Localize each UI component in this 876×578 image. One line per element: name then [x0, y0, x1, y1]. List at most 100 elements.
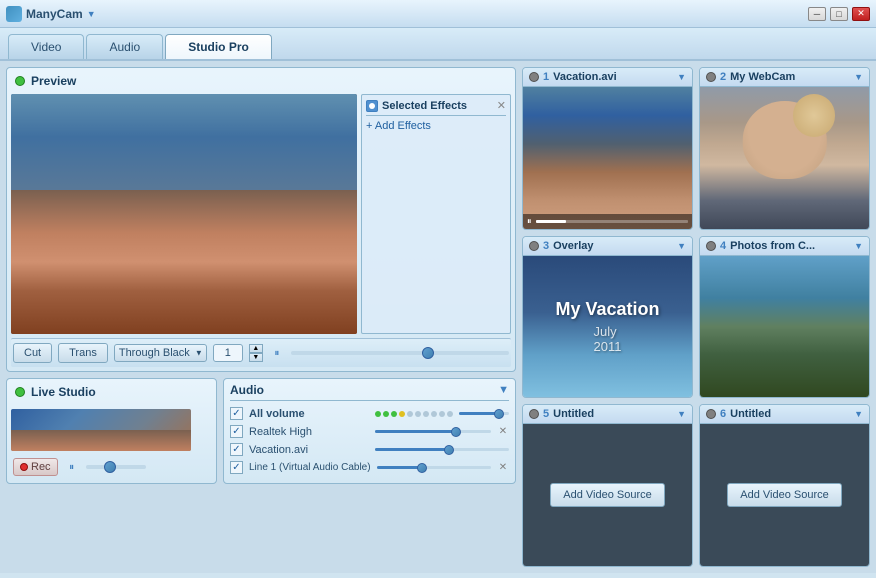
- line1-mute-button[interactable]: ✕: [497, 462, 509, 474]
- audio-label-vacation: Vacation.avi: [249, 444, 369, 456]
- rec-button[interactable]: Rec: [13, 458, 58, 476]
- trans-button[interactable]: Trans: [58, 343, 108, 363]
- app-title-area: ManyCam ▼: [6, 6, 96, 22]
- vol-dot-1: [375, 411, 381, 417]
- studio-pause-button[interactable]: ⏸: [64, 460, 80, 474]
- slot-3-title: Overlay: [553, 240, 593, 252]
- slot-4-dropdown[interactable]: ▼: [854, 241, 863, 251]
- audio-title: Audio: [230, 383, 264, 397]
- slot-1-progress-bg[interactable]: [536, 220, 688, 223]
- slot-1-header: 1 Vacation.avi ▼: [523, 68, 692, 87]
- checkbox-vacation-audio[interactable]: ✓: [230, 443, 243, 456]
- vol-dot-7: [423, 411, 429, 417]
- slot-1-video: [523, 87, 692, 229]
- checkbox-line1[interactable]: ✓: [230, 461, 243, 474]
- cut-button[interactable]: Cut: [13, 343, 52, 363]
- all-volume-slider-thumb[interactable]: [494, 409, 504, 419]
- add-effects-link[interactable]: + Add Effects: [366, 120, 506, 132]
- audio-expand-icon[interactable]: ▼: [498, 384, 509, 396]
- slot-3-content[interactable]: My Vacation July 2011: [523, 256, 692, 398]
- add-video-source-button-6[interactable]: Add Video Source: [727, 483, 841, 507]
- slot-6-header: 6 Untitled ▼: [700, 405, 869, 424]
- slot-6-dropdown[interactable]: ▼: [854, 409, 863, 419]
- live-studio-status-dot: [15, 387, 25, 397]
- title-dropdown-arrow[interactable]: ▼: [87, 9, 96, 19]
- effects-header: Selected Effects ✕: [366, 99, 506, 116]
- rec-dot-icon: [20, 463, 28, 471]
- audio-row-line1: ✓ Line 1 (Virtual Audio Cable) ✕: [230, 461, 509, 474]
- title-bar: ManyCam ▼ ─ □ ✕: [0, 0, 876, 28]
- realtek-mute-button[interactable]: ✕: [497, 426, 509, 438]
- preview-slider[interactable]: [291, 351, 509, 355]
- slot-1-left: 1 Vacation.avi: [529, 71, 617, 83]
- slot-6-number: 6: [720, 408, 726, 420]
- slot-2-content[interactable]: [700, 87, 869, 229]
- checkbox-realtek[interactable]: ✓: [230, 425, 243, 438]
- audio-section: Audio ▼ ✓ All volume: [223, 378, 516, 484]
- video-slot-6: 6 Untitled ▼ Add Video Source: [699, 404, 870, 567]
- video-slot-5: 5 Untitled ▼ Add Video Source: [522, 404, 693, 567]
- all-volume-slider-fill: [459, 412, 499, 415]
- slot-1-dropdown[interactable]: ▼: [677, 72, 686, 82]
- right-panel: 1 Vacation.avi ▼ ⏸ 2: [522, 67, 870, 567]
- slot-5-title: Untitled: [553, 408, 594, 420]
- vacation-audio-slider[interactable]: [375, 448, 509, 451]
- realtek-slider[interactable]: [375, 430, 491, 433]
- line1-slider-thumb[interactable]: [417, 463, 427, 473]
- window-controls: ─ □ ✕: [808, 7, 870, 21]
- vol-dot-3: [391, 411, 397, 417]
- slot-4-content[interactable]: [700, 256, 869, 398]
- video-slot-3: 3 Overlay ▼ My Vacation July 2011: [522, 236, 693, 399]
- effects-title-row: Selected Effects: [366, 100, 467, 112]
- studio-volume-slider[interactable]: [86, 465, 146, 469]
- add-video-source-button-5[interactable]: Add Video Source: [550, 483, 664, 507]
- video-slot-4: 4 Photos from C... ▼: [699, 236, 870, 399]
- vol-dot-2: [383, 411, 389, 417]
- slot-3-status-dot: [529, 241, 539, 251]
- studio-volume-thumb[interactable]: [104, 461, 116, 473]
- vol-dot-5: [407, 411, 413, 417]
- maximize-button[interactable]: □: [830, 7, 848, 21]
- checkbox-all-volume[interactable]: ✓: [230, 407, 243, 420]
- slot-3-dropdown[interactable]: ▼: [677, 241, 686, 251]
- all-volume-slider[interactable]: [459, 412, 509, 415]
- slot-5-header: 5 Untitled ▼: [523, 405, 692, 424]
- close-button[interactable]: ✕: [852, 7, 870, 21]
- pause-button[interactable]: ⏸: [269, 346, 285, 360]
- audio-row-realtek: ✓ Realtek High ✕: [230, 425, 509, 438]
- slot-2-status-dot: [706, 72, 716, 82]
- slot-1-playback-bar: ⏸: [523, 214, 692, 229]
- slot-2-dropdown[interactable]: ▼: [854, 72, 863, 82]
- preview-slider-thumb[interactable]: [422, 347, 434, 359]
- slot-1-title: Vacation.avi: [553, 71, 617, 83]
- checkbox-check-vacation-audio: ✓: [232, 444, 240, 455]
- transition-dropdown[interactable]: Through Black: [114, 344, 207, 362]
- slot-2-video: [700, 87, 869, 229]
- effects-close-button[interactable]: ✕: [497, 99, 506, 112]
- slot-1-content[interactable]: ⏸: [523, 87, 692, 229]
- realtek-slider-fill: [375, 430, 456, 433]
- transition-dropdown-wrapper: Through Black: [114, 344, 207, 362]
- video-slot-1: 1 Vacation.avi ▼ ⏸: [522, 67, 693, 230]
- add-effects-label: + Add Effects: [366, 120, 431, 132]
- transition-number-input[interactable]: [213, 344, 243, 362]
- stepper-down-button[interactable]: ▼: [249, 353, 263, 362]
- audio-label-realtek: Realtek High: [249, 426, 369, 438]
- stepper-up-button[interactable]: ▲: [249, 344, 263, 353]
- line1-slider[interactable]: [377, 466, 491, 469]
- slot-1-pause-icon[interactable]: ⏸: [527, 216, 532, 227]
- audio-label-all-volume: All volume: [249, 408, 369, 420]
- checkbox-check-line1: ✓: [232, 462, 240, 473]
- slot-5-dropdown[interactable]: ▼: [677, 409, 686, 419]
- realtek-slider-thumb[interactable]: [451, 427, 461, 437]
- effects-panel: Selected Effects ✕ + Add Effects: [361, 94, 511, 334]
- vol-dot-8: [431, 411, 437, 417]
- tab-audio[interactable]: Audio: [86, 34, 163, 59]
- tab-studio-pro[interactable]: Studio Pro: [165, 34, 272, 59]
- minimize-button[interactable]: ─: [808, 7, 826, 21]
- slot-4-left: 4 Photos from C...: [706, 240, 815, 252]
- vacation-audio-slider-thumb[interactable]: [444, 445, 454, 455]
- live-studio-header: Live Studio: [11, 383, 212, 401]
- slot-6-content: Add Video Source: [700, 424, 869, 566]
- tab-video[interactable]: Video: [8, 34, 84, 59]
